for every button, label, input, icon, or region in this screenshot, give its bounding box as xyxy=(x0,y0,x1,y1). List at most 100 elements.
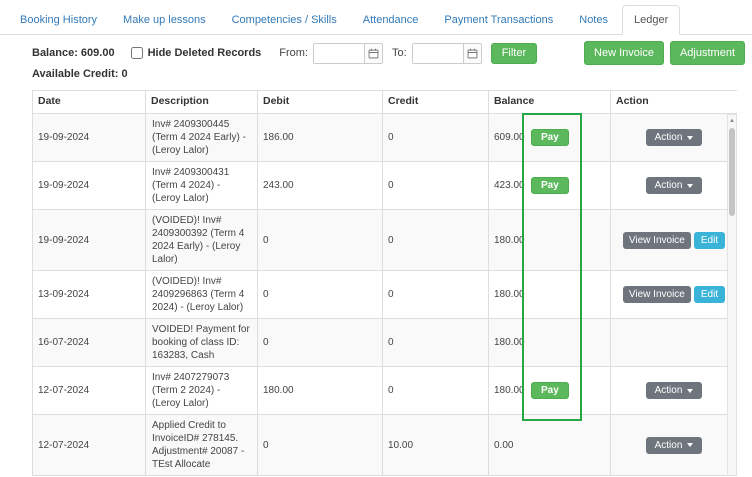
column-header-debit: Debit xyxy=(258,91,383,114)
view-invoice-button[interactable]: View Invoice xyxy=(623,286,691,303)
tab-attendance[interactable]: Attendance xyxy=(351,5,431,35)
ledger-table: DateDescriptionDebitCreditBalanceAction … xyxy=(32,90,737,476)
to-date-input[interactable] xyxy=(413,44,463,63)
row-balance: 423.00 xyxy=(494,179,526,192)
row-description: Inv# 2407279073 (Term 2 2024) - (Leroy L… xyxy=(146,367,258,415)
column-header-action: Action xyxy=(611,91,738,114)
row-credit: 0 xyxy=(383,271,489,319)
tab-ledger[interactable]: Ledger xyxy=(622,5,680,35)
row-description: VOIDED! Payment for booking of class ID:… xyxy=(146,319,258,367)
table-row: 19-09-2024 Inv# 2409300445 (Term 4 2024 E… xyxy=(33,114,738,162)
calendar-icon xyxy=(467,48,478,59)
row-credit: 0 xyxy=(383,319,489,367)
action-dropdown-button[interactable]: Action xyxy=(646,129,703,146)
action-dropdown-button[interactable]: Action xyxy=(646,177,703,194)
to-label: To: xyxy=(392,47,407,59)
row-debit: 180.00 xyxy=(258,367,383,415)
row-description: (VOIDED)! Inv# 2409300392 (Term 4 2024 E… xyxy=(146,210,258,271)
column-header-balance: Balance xyxy=(489,91,611,114)
hide-deleted-group: Hide Deleted Records xyxy=(131,47,262,59)
table-scrollbar[interactable]: ▲ xyxy=(727,114,737,476)
row-balance: 0.00 xyxy=(494,439,526,452)
header-action-buttons: New Invoice Adjustment xyxy=(584,41,745,65)
row-debit: 0 xyxy=(258,210,383,271)
row-credit: 10.00 xyxy=(383,415,489,476)
from-date-group: From: xyxy=(279,43,383,64)
table-row: 12-07-2024✎Payment for booking of class … xyxy=(33,476,738,477)
action-label: Action xyxy=(655,440,683,451)
row-debit: 0 xyxy=(258,415,383,476)
row-description: Inv# 2409300431 (Term 4 2024) - (Leroy L… xyxy=(146,162,258,210)
from-label: From: xyxy=(279,47,308,59)
caret-down-icon xyxy=(687,184,693,188)
row-description: Inv# 2409300445 (Term 4 2024 Early) - (L… xyxy=(146,114,258,162)
row-date: 13-09-2024 xyxy=(38,288,89,301)
row-date: 19-09-2024 xyxy=(38,234,89,247)
hide-deleted-checkbox[interactable] xyxy=(131,47,143,59)
view-invoice-button[interactable]: View Invoice xyxy=(623,232,691,249)
table-row: 16-07-2024VOIDED! Payment for booking of… xyxy=(33,319,738,367)
row-credit: 0 xyxy=(383,367,489,415)
row-debit: 0 xyxy=(258,271,383,319)
row-balance: 180.00 xyxy=(494,234,526,247)
edit-invoice-button[interactable]: Edit xyxy=(694,286,725,303)
row-balance: 609.00 xyxy=(494,131,526,144)
tabs-bar: Booking History Make up lessons Competen… xyxy=(0,0,752,35)
column-header-date: Date xyxy=(33,91,146,114)
row-credit: 0 xyxy=(383,162,489,210)
adjustment-button[interactable]: Adjustment xyxy=(670,41,745,65)
filter-button[interactable]: Filter xyxy=(491,43,537,64)
from-date-input[interactable] xyxy=(314,44,364,63)
row-date: 19-09-2024 xyxy=(38,131,89,144)
caret-down-icon xyxy=(687,136,693,140)
row-balance: 180.00 xyxy=(494,384,526,397)
action-dropdown-button[interactable]: Action xyxy=(646,437,703,454)
table-row: 19-09-2024 Inv# 2409300431 (Term 4 2024) … xyxy=(33,162,738,210)
ledger-table-body: 19-09-2024 Inv# 2409300445 (Term 4 2024 E… xyxy=(33,114,738,477)
tab-notes[interactable]: Notes xyxy=(567,5,620,35)
pay-button[interactable]: Pay xyxy=(531,177,569,194)
row-credit: 37.18 xyxy=(383,476,489,477)
action-dropdown-button[interactable]: Action xyxy=(646,382,703,399)
row-date: 12-07-2024 xyxy=(38,384,89,397)
row-description: Applied Credit to InvoiceID# 278145. Adj… xyxy=(146,415,258,476)
row-balance: 180.00 xyxy=(494,288,526,301)
row-debit: 243.00 xyxy=(258,162,383,210)
available-credit-label: Available Credit: xyxy=(32,68,118,80)
to-calendar-button[interactable] xyxy=(463,44,481,63)
row-balance: 180.00 xyxy=(494,336,526,349)
pay-button[interactable]: Pay xyxy=(531,382,569,399)
action-label: Action xyxy=(655,132,683,143)
action-label: Action xyxy=(655,180,683,191)
edit-invoice-button[interactable]: Edit xyxy=(694,232,725,249)
ledger-toolbar: Balance: 609.00 Hide Deleted Records Fro… xyxy=(32,41,745,65)
from-calendar-button[interactable] xyxy=(364,44,382,63)
balance: Balance: 609.00 xyxy=(32,47,115,59)
caret-down-icon xyxy=(687,443,693,447)
tab-payment-transactions[interactable]: Payment Transactions xyxy=(432,5,565,35)
scrollbar-thumb[interactable] xyxy=(729,128,735,216)
table-row: 12-07-2024 Inv# 2407279073 (Term 2 2024) … xyxy=(33,367,738,415)
table-row: 19-09-2024 (VOIDED)! Inv# 2409300392 (Ter… xyxy=(33,210,738,271)
row-debit: 0 xyxy=(258,476,383,477)
table-row: 12-07-2024Applied Credit to InvoiceID# 2… xyxy=(33,415,738,476)
from-date-field xyxy=(313,43,383,64)
row-debit: 186.00 xyxy=(258,114,383,162)
pay-button[interactable]: Pay xyxy=(531,129,569,146)
new-invoice-button[interactable]: New Invoice xyxy=(584,41,664,65)
row-debit: 0 xyxy=(258,319,383,367)
table-row: 13-09-2024(VOIDED)! Inv# 2409296863 (Ter… xyxy=(33,271,738,319)
tab-make-up-lessons[interactable]: Make up lessons xyxy=(111,5,218,35)
scroll-up-icon[interactable]: ▲ xyxy=(728,115,736,126)
table-header-row: DateDescriptionDebitCreditBalanceAction xyxy=(33,91,738,114)
caret-down-icon xyxy=(687,389,693,393)
available-credit: Available Credit: 0 xyxy=(32,68,745,83)
tab-booking-history[interactable]: Booking History xyxy=(8,5,109,35)
calendar-icon xyxy=(368,48,379,59)
action-label: Action xyxy=(655,385,683,396)
tab-competencies-skills[interactable]: Competencies / Skills xyxy=(220,5,349,35)
row-date: 19-09-2024 xyxy=(38,179,89,192)
column-header-credit: Credit xyxy=(383,91,489,114)
row-credit: 0 xyxy=(383,210,489,271)
row-description: Payment for booking of class ID: 162876 … xyxy=(146,476,258,477)
